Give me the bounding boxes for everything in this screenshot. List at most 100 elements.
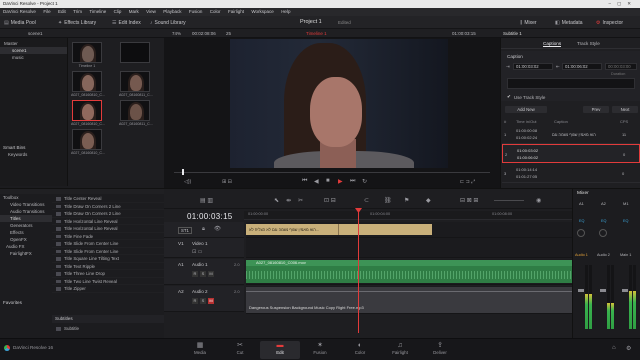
- clip-thumbnail[interactable]: [120, 42, 150, 63]
- clip-thumbnail[interactable]: [120, 100, 150, 121]
- stop-icon[interactable]: ■: [326, 178, 330, 184]
- volume-line[interactable]: [246, 291, 572, 292]
- settings-gear-icon[interactable]: ⚙: [626, 345, 631, 352]
- match-frame-icons[interactable]: ⊏ ⊐ ⤢: [460, 179, 475, 185]
- record-arm-button[interactable]: R: [192, 298, 198, 304]
- favorites-header[interactable]: Favorites: [3, 300, 22, 305]
- subtitle-clip[interactable]: הוא מאמין שגוף נשמה וגם לא הצליח לא...: [246, 224, 432, 235]
- fx-audio-transitions[interactable]: Audio Transitions: [0, 208, 52, 215]
- loop-icon[interactable]: ↻: [362, 178, 367, 185]
- menu-fusion[interactable]: Fusion: [189, 9, 203, 14]
- viewer-zoom[interactable]: 74%: [172, 29, 181, 38]
- subtitle-row[interactable]: 1 01:00:00:08 01:00:02:24 הוא מאמין שגוף…: [502, 125, 640, 144]
- clip-thumbnail[interactable]: [72, 71, 102, 92]
- menu-timeline[interactable]: Timeline: [89, 9, 106, 14]
- menu-playback[interactable]: Playback: [163, 9, 181, 14]
- go-to-end-icon[interactable]: ⏭: [350, 178, 355, 185]
- window-controls[interactable]: –▢✕: [608, 0, 637, 8]
- clip-thumbnail[interactable]: [120, 71, 150, 92]
- timeline-zoom-slider[interactable]: [494, 200, 524, 201]
- title-item[interactable]: Title Slide From Center Line: [52, 240, 164, 248]
- viewer-scrubber[interactable]: [174, 172, 490, 173]
- scrubber-handle[interactable]: [182, 169, 184, 175]
- effects-library-button[interactable]: ✦ Effects Library: [58, 19, 96, 27]
- play-icon[interactable]: ▶: [338, 178, 343, 185]
- video-frame[interactable]: [230, 39, 448, 168]
- subtitle-row[interactable]: 3 01:00:14:14 01:01:27:05 0: [502, 164, 640, 183]
- edit-index-button[interactable]: ☰ Edit Index: [112, 19, 141, 27]
- menu-app[interactable]: DaVinci Resolve: [3, 9, 36, 14]
- title-item[interactable]: Title Text Ripple: [52, 263, 164, 270]
- caption-in-timecode[interactable]: 01:00:03:02: [513, 63, 553, 70]
- subtitles-header[interactable]: Subtitles: [52, 315, 164, 323]
- checkbox-checked-icon[interactable]: ✔: [507, 94, 511, 100]
- fx-titles[interactable]: Titles: [0, 215, 52, 222]
- caption-duration[interactable]: 00:00:03:00: [605, 63, 637, 70]
- home-icon[interactable]: ⌂: [612, 345, 616, 351]
- play-reverse-icon[interactable]: ◀: [314, 178, 319, 185]
- metadata-button[interactable]: ◧ Metadata: [555, 19, 583, 27]
- caption-text-field[interactable]: [507, 78, 635, 89]
- zoom-icons[interactable]: ⊟ ⊠ ⊞: [460, 197, 478, 204]
- audio-meter-icon[interactable]: ◉: [536, 197, 541, 204]
- track-header-a1[interactable]: A1 Audio 1 2.0 R S M: [164, 259, 244, 285]
- bin-master[interactable]: Master: [0, 40, 67, 47]
- page-color[interactable]: ◐ Color: [340, 341, 380, 359]
- fx-generators[interactable]: Generators: [0, 222, 52, 229]
- blade-tool-icon[interactable]: ✂: [298, 197, 303, 204]
- pan-knob[interactable]: [577, 229, 585, 237]
- page-fusion[interactable]: ✶ Fusion: [300, 341, 340, 359]
- title-item[interactable]: Title Three Line Drop: [52, 270, 164, 278]
- subtitle-generator-item[interactable]: Subtitle: [52, 325, 164, 333]
- title-item[interactable]: Title Draw On Corners 2 Line: [52, 210, 164, 218]
- snapping-icon[interactable]: ⊂: [364, 197, 369, 204]
- timeline-view-options-icon[interactable]: ▤ ▥: [200, 197, 213, 204]
- page-edit[interactable]: ▬ Edit: [260, 341, 300, 359]
- clip-thumbnail-selected[interactable]: [72, 100, 102, 121]
- solo-button[interactable]: S: [200, 271, 206, 277]
- eq-button[interactable]: EQ: [601, 219, 607, 223]
- lock-icon[interactable]: 🔒︎: [202, 226, 205, 233]
- caption-out-timecode[interactable]: 01:00:06:02: [562, 63, 602, 70]
- eye-icon[interactable]: 👁︎: [214, 226, 221, 232]
- insert-clip-icon[interactable]: ⊡ ⊟: [324, 197, 336, 204]
- track-header-st1[interactable]: ST1 🔒︎ 👁︎: [164, 222, 244, 238]
- timeline-ruler[interactable]: 01:00:00:00 01:00:04:00 01:00:08:00: [244, 211, 572, 220]
- menu-edit[interactable]: Edit: [58, 9, 66, 14]
- playhead[interactable]: [358, 209, 359, 333]
- smart-bin-keywords[interactable]: Keywords: [0, 151, 68, 158]
- track-controls-icons[interactable]: ⊡ ▭: [192, 249, 202, 255]
- page-fairlight[interactable]: ♫ Fairlight: [380, 341, 420, 359]
- track-header-v1[interactable]: V1 Video 1 ⊡ ▭: [164, 238, 244, 258]
- marker-icon[interactable]: ◆: [426, 197, 431, 204]
- fader-handle[interactable]: [600, 289, 606, 292]
- trim-tool-icon[interactable]: ⇹: [286, 197, 291, 204]
- record-arm-button[interactable]: R: [192, 271, 198, 277]
- use-track-style-toggle[interactable]: ✔ Use Track Style: [507, 94, 545, 100]
- fx-toolbox[interactable]: Toolbox: [0, 194, 52, 201]
- prev-subtitle-button[interactable]: Prev: [583, 106, 609, 113]
- page-media[interactable]: ▦ Media: [180, 341, 220, 359]
- sound-library-button[interactable]: ♪ Sound Library: [150, 19, 186, 27]
- page-deliver[interactable]: ⇪ Deliver: [420, 341, 460, 359]
- media-pool-button[interactable]: ▤ Media Pool: [4, 19, 36, 27]
- menu-view[interactable]: View: [146, 9, 156, 14]
- solo-button[interactable]: S: [200, 298, 206, 304]
- menu-workspace[interactable]: Workspace: [251, 9, 273, 14]
- next-subtitle-button[interactable]: Next: [612, 106, 638, 113]
- menu-clip[interactable]: Clip: [114, 9, 122, 14]
- linked-selection-icon[interactable]: ⛓: [384, 197, 392, 204]
- timeline-name[interactable]: Timeline 1: [306, 29, 327, 38]
- fader-handle[interactable]: [578, 289, 584, 292]
- title-item[interactable]: Title Horizontal Line Reveal: [52, 218, 164, 225]
- menu-fairlight[interactable]: Fairlight: [228, 9, 244, 14]
- eq-button[interactable]: EQ: [623, 219, 629, 223]
- title-item[interactable]: Title Slide From Center Line: [52, 248, 164, 255]
- mute-button[interactable]: M: [208, 271, 214, 277]
- menu-mark[interactable]: Mark: [129, 9, 139, 14]
- fx-openfx[interactable]: OpenFX: [0, 236, 52, 243]
- mixer-button[interactable]: ⫼ Mixer: [520, 19, 537, 27]
- audio-clip[interactable]: A027_08160810_C006.mov: [246, 260, 572, 283]
- bin-music[interactable]: music: [0, 54, 67, 61]
- menu-trim[interactable]: Trim: [73, 9, 82, 14]
